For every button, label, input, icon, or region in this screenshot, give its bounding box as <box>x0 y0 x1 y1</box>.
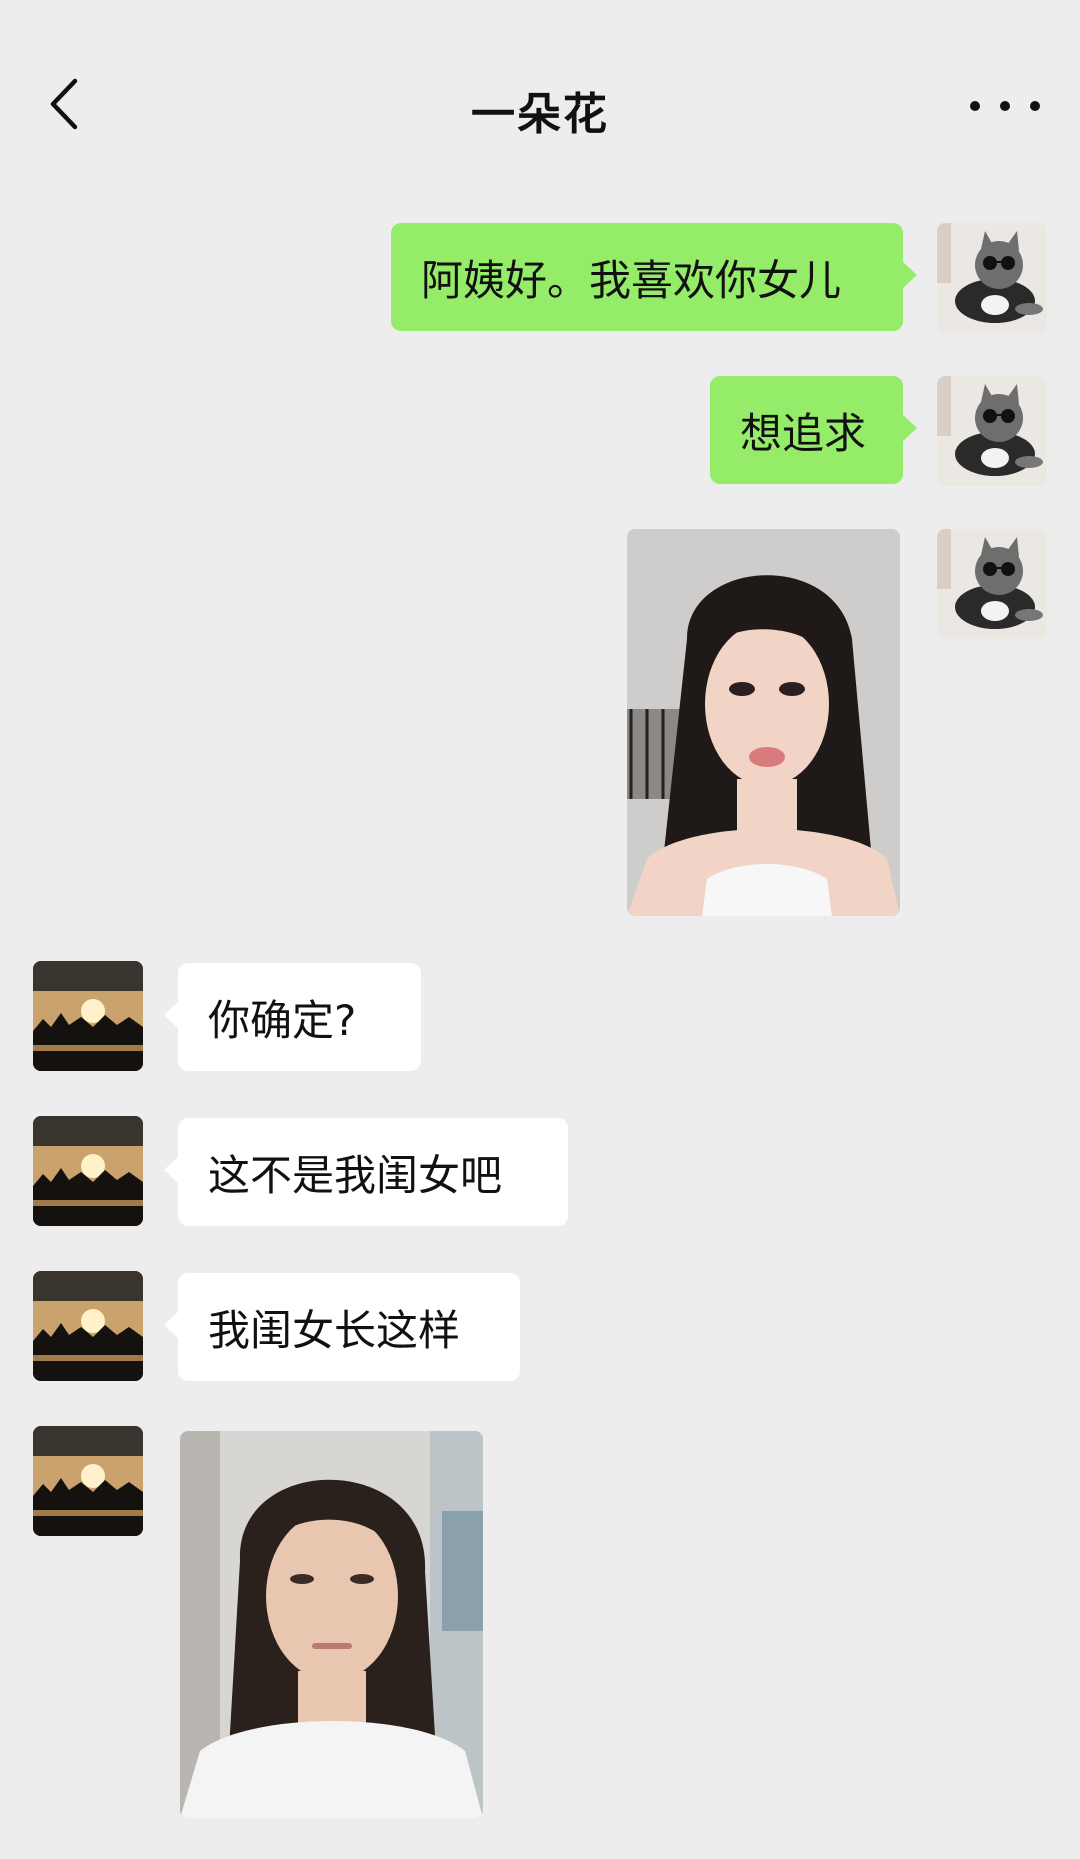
message-text: 你确定? <box>208 995 357 1045</box>
my-avatar[interactable] <box>937 529 1047 639</box>
message-bubble-sent[interactable]: 想追求 <box>710 376 917 484</box>
sunset-avatar-image <box>33 1426 143 1536</box>
contact-avatar[interactable] <box>33 961 143 1071</box>
sunset-avatar-image <box>33 1116 143 1226</box>
sent-photo-message[interactable] <box>627 529 900 916</box>
chat-header: 一朵花 <box>0 0 1080 168</box>
contact-avatar[interactable] <box>33 1271 143 1381</box>
message-bubble-received[interactable]: 这不是我闺女吧 <box>164 1118 568 1226</box>
cat-avatar-image <box>937 529 1047 639</box>
cat-avatar-image <box>937 376 1047 486</box>
message-bubble-sent[interactable]: 阿姨好。我喜欢你女儿 <box>391 223 917 331</box>
message-bubble-received[interactable]: 我闺女长这样 <box>164 1273 520 1381</box>
portrait-photo <box>627 529 900 916</box>
portrait-photo <box>180 1431 483 1818</box>
my-avatar[interactable] <box>937 376 1047 486</box>
message-text: 想追求 <box>740 408 867 458</box>
cat-avatar-image <box>937 223 1047 333</box>
contact-avatar[interactable] <box>33 1426 143 1536</box>
message-text: 这不是我闺女吧 <box>208 1150 503 1200</box>
sunset-avatar-image <box>33 961 143 1071</box>
more-dots-icon <box>970 101 980 111</box>
sunset-avatar-image <box>33 1271 143 1381</box>
more-options-button[interactable] <box>970 86 1040 126</box>
my-avatar[interactable] <box>937 223 1047 333</box>
contact-avatar[interactable] <box>33 1116 143 1226</box>
chat-title: 一朵花 <box>471 89 609 140</box>
message-text: 我闺女长这样 <box>208 1305 461 1355</box>
received-photo-message[interactable] <box>180 1431 483 1818</box>
message-bubble-received[interactable]: 你确定? <box>164 963 421 1071</box>
message-text: 阿姨好。我喜欢你女儿 <box>421 255 842 305</box>
